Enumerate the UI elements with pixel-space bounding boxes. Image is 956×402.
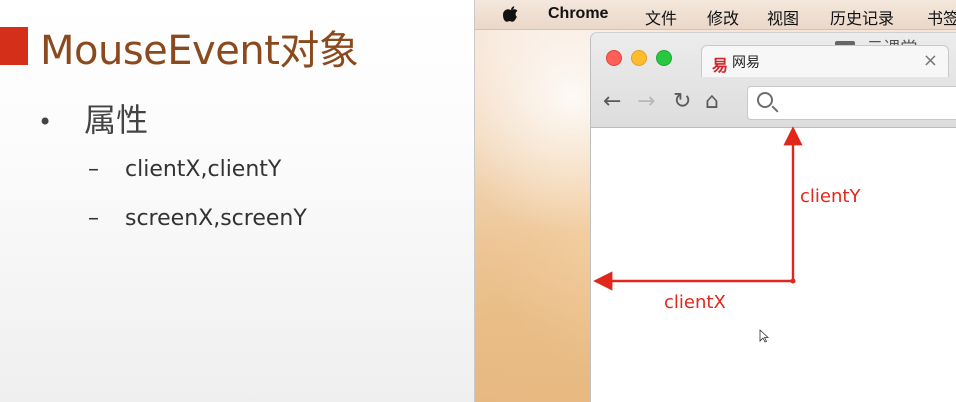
menu-history[interactable]: 历史记录 bbox=[830, 5, 894, 29]
dash-icon: – bbox=[88, 157, 99, 182]
title-accent-bar bbox=[0, 27, 28, 65]
client-y-label: clientY bbox=[800, 186, 861, 207]
browser-toolbar: ← → ↻ ⌂ bbox=[591, 85, 956, 120]
page-viewport[interactable] bbox=[591, 128, 956, 402]
bullet-properties-label: 属性 bbox=[84, 101, 149, 139]
mouse-cursor-icon bbox=[759, 329, 769, 343]
menu-edit[interactable]: 修改 bbox=[707, 5, 739, 29]
sub-item-screen-xy: – screenX,screenY bbox=[88, 206, 307, 231]
menu-file[interactable]: 文件 bbox=[645, 5, 677, 29]
slide-title: MouseEvent对象 bbox=[40, 28, 359, 74]
chrome-window: 云课堂 易 网易 × ← → ↻ ⌂ bbox=[591, 33, 956, 402]
forward-arrow-icon[interactable]: → bbox=[637, 89, 655, 114]
close-icon[interactable]: × bbox=[923, 50, 938, 71]
embedded-browser-screenshot: Chrome 文件 修改 视图 历史记录 书签 云课堂 易 网易 × bbox=[474, 0, 956, 402]
tab-netease[interactable]: 易 网易 × bbox=[701, 45, 949, 77]
bullet-dot-icon: • bbox=[38, 108, 53, 136]
menu-app-chrome[interactable]: Chrome bbox=[548, 5, 608, 23]
zoom-window-button[interactable] bbox=[656, 50, 672, 66]
menu-view[interactable]: 视图 bbox=[767, 5, 799, 29]
close-window-button[interactable] bbox=[606, 50, 622, 66]
sub-item-client-xy: – clientX,clientY bbox=[88, 157, 281, 182]
client-x-label: clientX bbox=[664, 292, 726, 313]
tab-title: 网易 bbox=[732, 55, 760, 71]
sub-item-label: clientX,clientY bbox=[125, 157, 282, 182]
mac-menubar: Chrome 文件 修改 视图 历史记录 书签 bbox=[475, 0, 956, 30]
sub-item-label: screenX,screenY bbox=[125, 206, 307, 231]
menu-bookmarks[interactable]: 书签 bbox=[927, 5, 956, 29]
back-arrow-icon[interactable]: ← bbox=[603, 89, 621, 114]
netease-logo-icon: 易 bbox=[712, 56, 729, 75]
search-icon bbox=[757, 92, 773, 108]
home-icon[interactable]: ⌂ bbox=[705, 89, 719, 114]
bullet-properties: • 属性 bbox=[38, 95, 148, 141]
apple-icon[interactable] bbox=[503, 5, 519, 28]
reload-icon[interactable]: ↻ bbox=[673, 89, 691, 114]
slide: MouseEvent对象 • 属性 – clientX,clientY – sc… bbox=[0, 0, 956, 402]
browser-header: 云课堂 易 网易 × ← → ↻ ⌂ bbox=[591, 33, 956, 128]
dash-icon: – bbox=[88, 206, 99, 231]
address-bar[interactable] bbox=[747, 86, 956, 120]
minimize-window-button[interactable] bbox=[631, 50, 647, 66]
